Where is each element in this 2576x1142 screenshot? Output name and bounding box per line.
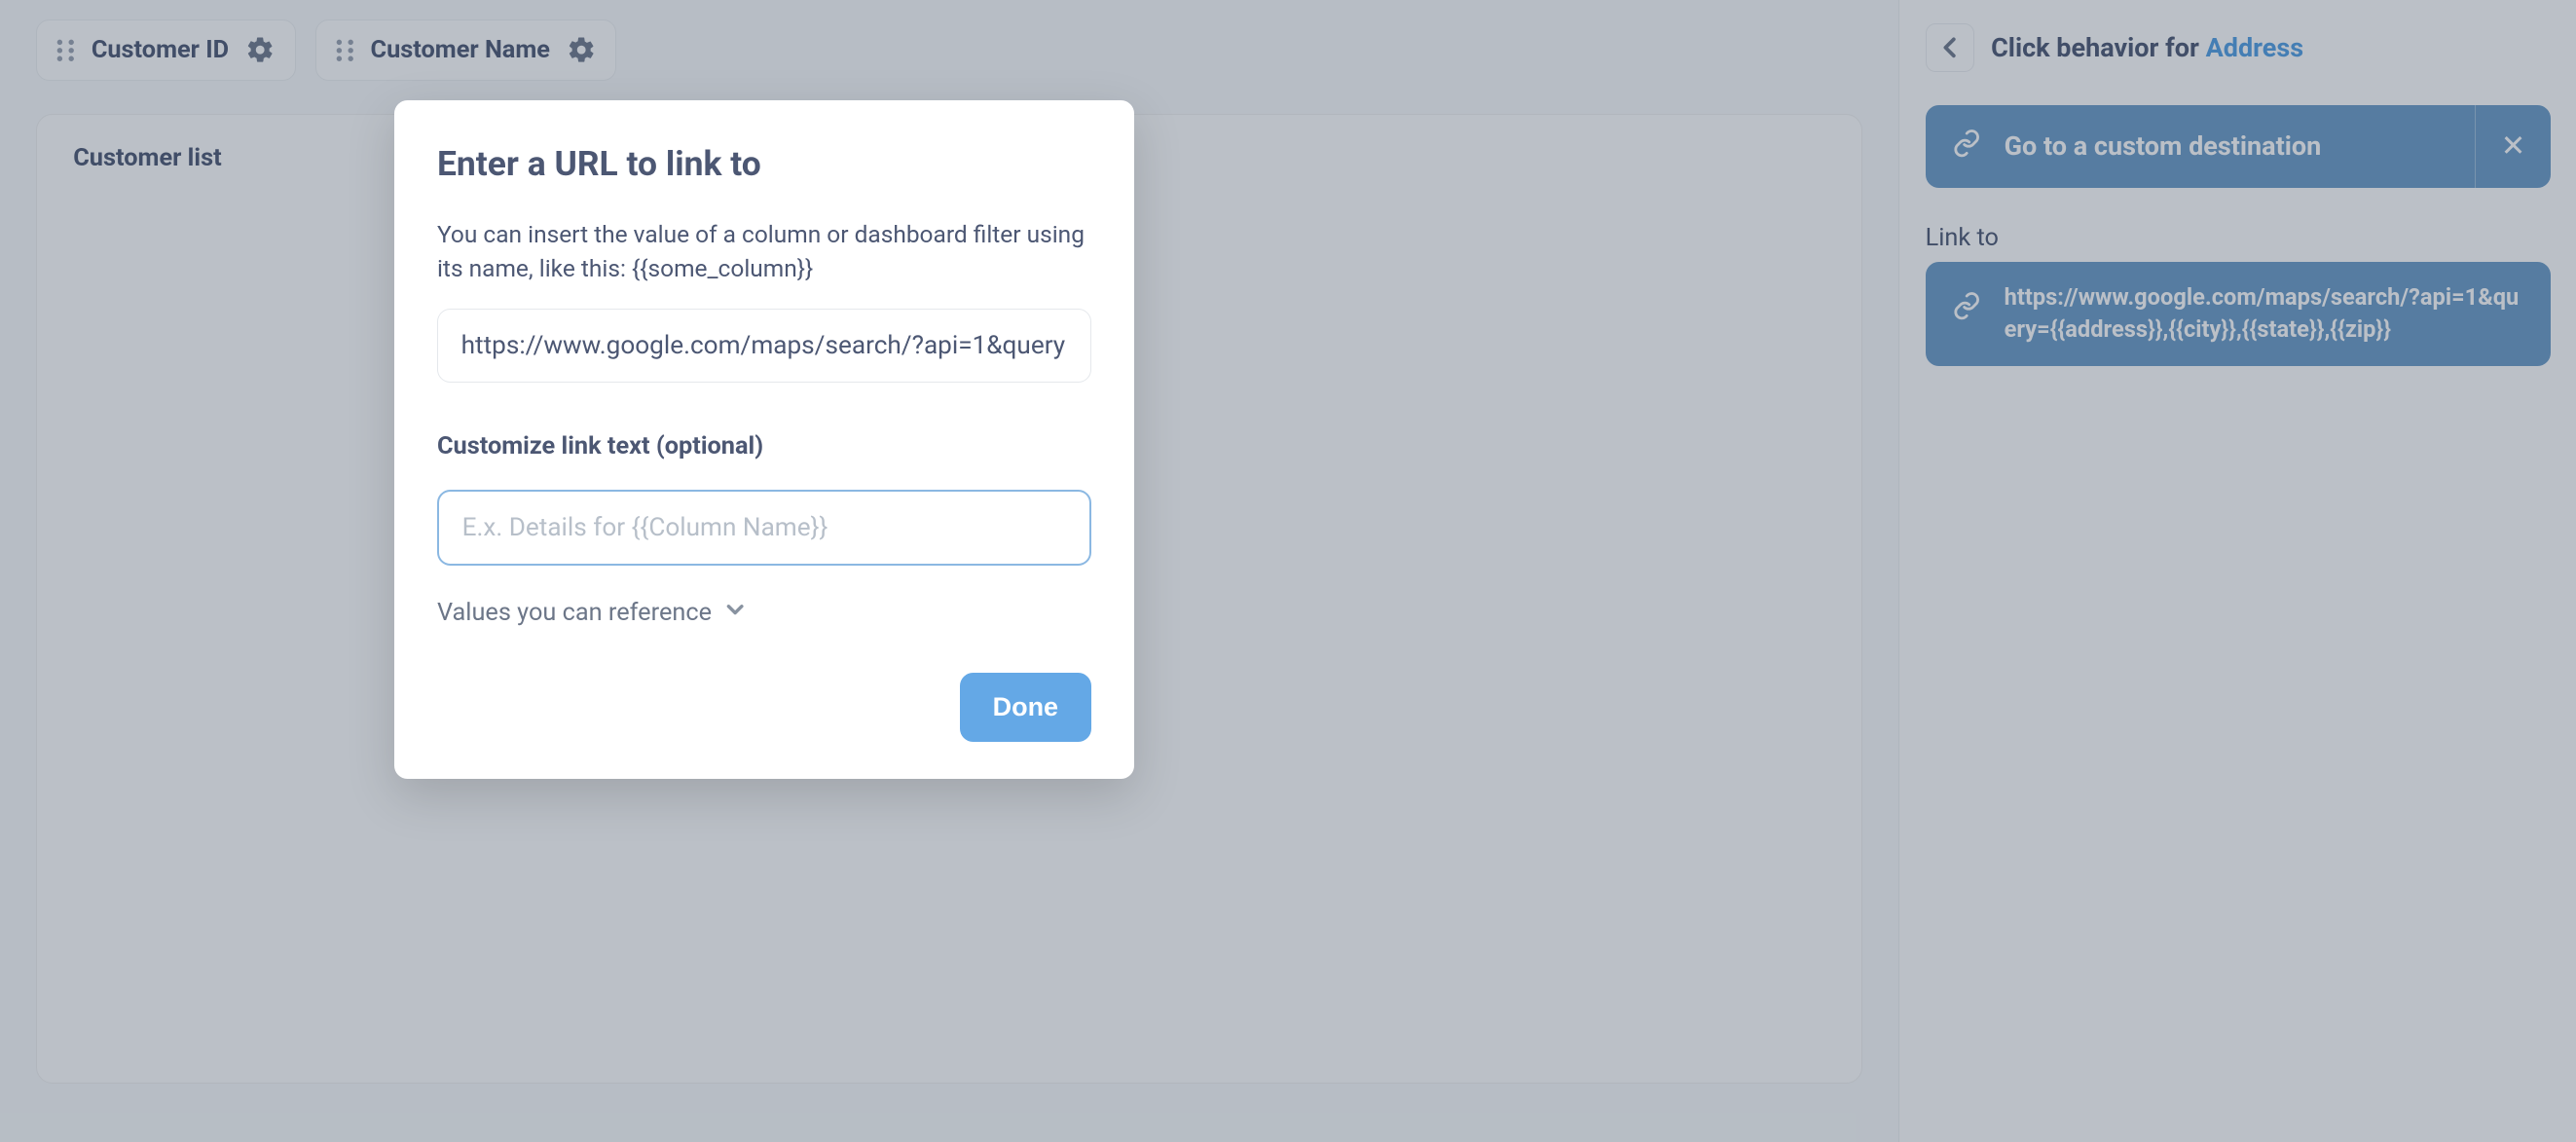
url-modal: Enter a URL to link to You can insert th… — [394, 100, 1134, 779]
chevron-down-icon — [725, 599, 745, 627]
modal-hint: You can insert the value of a column or … — [437, 217, 1091, 286]
customize-link-text-label: Customize link text (optional) — [437, 432, 1091, 460]
url-input[interactable] — [437, 309, 1091, 383]
link-text-input[interactable] — [437, 490, 1091, 566]
modal-scrim[interactable] — [0, 0, 2576, 1142]
values-reference-label: Values you can reference — [437, 599, 712, 627]
modal-title: Enter a URL to link to — [437, 143, 1091, 184]
done-button[interactable]: Done — [960, 673, 1091, 743]
values-reference-toggle[interactable]: Values you can reference — [437, 599, 1091, 627]
